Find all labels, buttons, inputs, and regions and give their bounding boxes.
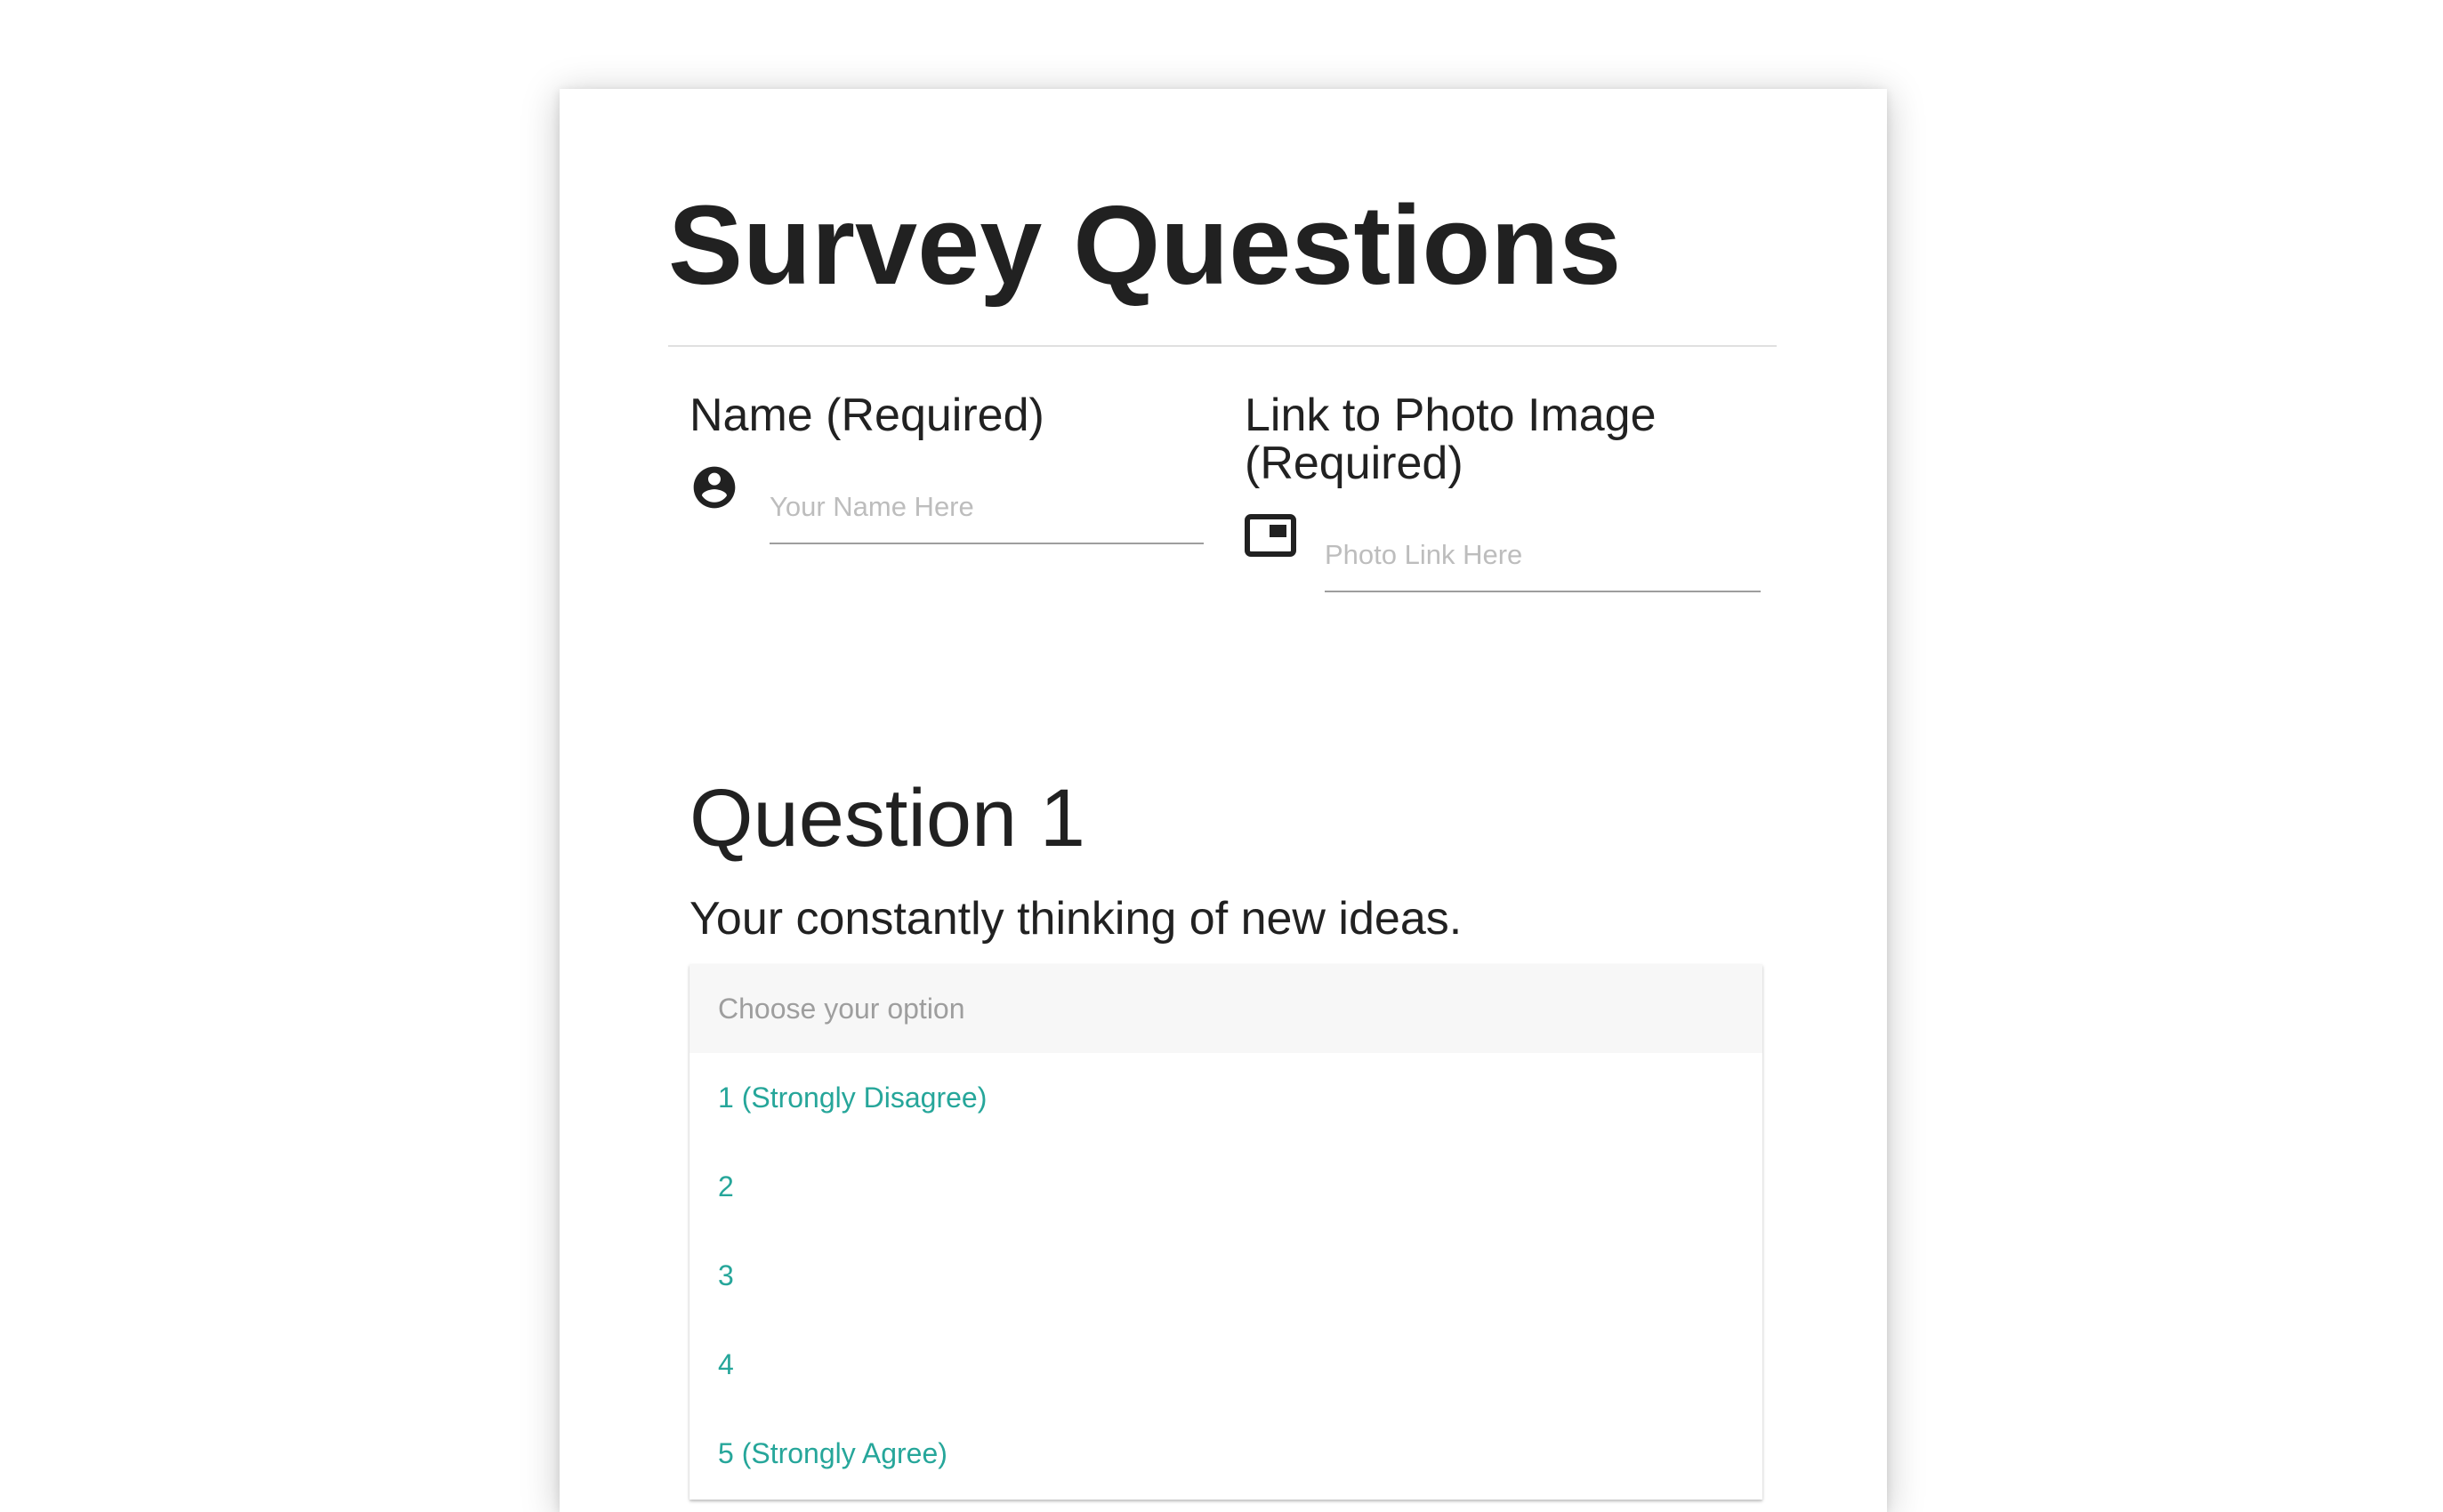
account-circle-icon — [693, 466, 736, 509]
name-field-label: Name (Required) — [689, 390, 1044, 441]
survey-card: Survey Questions Name (Required) Link to… — [560, 89, 1887, 1512]
question-text: Your constantly thinking of new ideas. — [689, 893, 1463, 945]
dropdown-option-1[interactable]: 1 (Strongly Disagree) — [689, 1053, 1762, 1142]
dropdown-option-4[interactable]: 4 — [689, 1320, 1762, 1409]
question-heading: Question 1 — [689, 773, 1085, 864]
name-input[interactable] — [770, 486, 1204, 544]
answer-dropdown[interactable]: Choose your option 1 (Strongly Disagree)… — [689, 964, 1762, 1500]
picture-in-picture-icon — [1245, 514, 1296, 557]
page-title: Survey Questions — [668, 182, 1622, 308]
title-divider — [668, 345, 1777, 347]
photo-field-label: Link to Photo Image (Required) — [1245, 390, 1657, 489]
dropdown-option-5[interactable]: 5 (Strongly Agree) — [689, 1409, 1762, 1498]
dropdown-option-3[interactable]: 3 — [689, 1231, 1762, 1320]
dropdown-option-2[interactable]: 2 — [689, 1142, 1762, 1231]
dropdown-placeholder: Choose your option — [689, 964, 1762, 1053]
photo-link-input[interactable] — [1325, 534, 1761, 592]
